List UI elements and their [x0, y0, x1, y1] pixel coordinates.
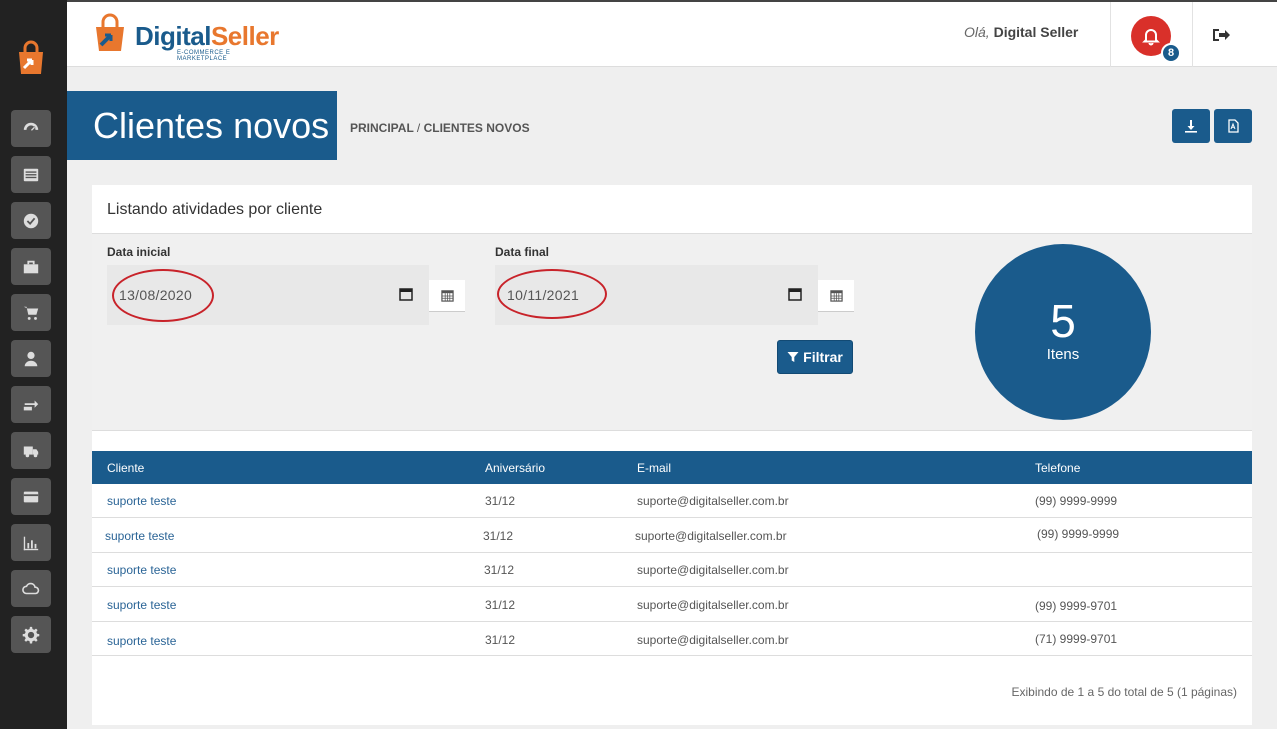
date-end-calendar-button[interactable]: [818, 280, 854, 312]
items-count-value: 5: [1050, 295, 1076, 347]
items-count-badge: 5 Itens: [975, 244, 1151, 420]
sign-out-icon: [1213, 29, 1230, 41]
bell-icon: [1142, 29, 1160, 46]
cell-cliente[interactable]: suporte teste: [107, 598, 176, 612]
brand-logo[interactable]: DigitalSeller E-COMMERCE E MARKETPLACE: [91, 11, 281, 62]
cell-email: suporte@digitalseller.com.br: [637, 633, 789, 647]
calendar-picker-icon[interactable]: [788, 287, 802, 301]
filter-button[interactable]: Filtrar: [777, 340, 853, 374]
column-header-cliente[interactable]: Cliente: [107, 461, 144, 475]
date-end-value: 10/11/2021: [507, 287, 580, 303]
download-button[interactable]: [1172, 109, 1210, 143]
cell-aniversario: 31/12: [485, 598, 516, 612]
download-icon: [1185, 120, 1197, 133]
app-logo-icon[interactable]: [11, 40, 51, 80]
cell-email: suporte@digitalseller.com.br: [635, 529, 787, 543]
logout-button[interactable]: [1211, 26, 1231, 44]
sidebar-item-products[interactable]: [11, 248, 51, 285]
calendar-icon: [440, 290, 454, 302]
date-end-label: Data final: [495, 245, 550, 259]
table-row[interactable]: suporte teste 31/12 suporte@digitalselle…: [92, 622, 1252, 656]
breadcrumb-separator: /: [416, 121, 421, 135]
column-header-aniversario[interactable]: Aniversário: [485, 461, 545, 475]
sidebar-item-sales[interactable]: [11, 294, 51, 331]
filter-icon: [787, 352, 799, 362]
cloud-icon: [22, 582, 40, 594]
date-start-value: 13/08/2020: [119, 287, 193, 303]
cell-aniversario: 31/12: [485, 494, 516, 508]
sidebar-item-integrations[interactable]: [11, 570, 51, 607]
breadcrumb-root[interactable]: PRINCIPAL: [350, 121, 414, 135]
pagination-info: Exibindo de 1 a 5 do total de 5 (1 págin…: [1011, 685, 1238, 699]
calendar-icon: [829, 290, 843, 302]
sidebar: [0, 0, 67, 729]
notification-count-badge: 8: [1161, 43, 1181, 63]
cell-aniversario: 31/12: [484, 563, 515, 577]
sidebar-item-customers[interactable]: [11, 340, 51, 377]
sidebar-item-exchanges[interactable]: [11, 386, 51, 423]
credit-card-icon: [23, 491, 39, 502]
exchange-icon: [23, 400, 39, 410]
cell-cliente[interactable]: suporte teste: [107, 494, 176, 508]
gear-icon: [22, 626, 40, 643]
sidebar-item-reports[interactable]: [11, 524, 51, 561]
table-row[interactable]: suporte teste 31/12 suporte@digitalselle…: [92, 519, 1252, 553]
sidebar-item-dashboard[interactable]: [11, 110, 51, 147]
brand-name: DigitalSeller: [135, 21, 279, 51]
date-end-input[interactable]: 10/11/2021: [495, 265, 818, 325]
briefcase-icon: [23, 260, 39, 273]
breadcrumb-current: CLIENTES NOVOS: [423, 121, 530, 135]
cell-email: suporte@digitalseller.com.br: [637, 598, 789, 612]
brand-tagline: E-COMMERCE E MARKETPLACE: [177, 50, 231, 62]
user-icon: [24, 351, 38, 366]
top-header: DigitalSeller E-COMMERCE E MARKETPLACE O…: [67, 0, 1277, 67]
cell-telefone: (99) 9999-9701: [1035, 599, 1118, 613]
export-pdf-button[interactable]: [1214, 109, 1252, 143]
sidebar-item-orders[interactable]: [11, 156, 51, 193]
pdf-file-icon: [1228, 119, 1239, 133]
breadcrumb: PRINCIPAL / CLIENTES NOVOS: [350, 121, 530, 135]
date-start-calendar-button[interactable]: [429, 280, 465, 312]
calendar-picker-icon[interactable]: [399, 287, 413, 301]
cart-icon: [23, 306, 39, 320]
filter-button-label: Filtrar: [803, 349, 843, 365]
table-row[interactable]: suporte teste 31/12 suporte@digitalselle…: [92, 484, 1252, 518]
sidebar-item-payments[interactable]: [11, 478, 51, 515]
column-header-telefone[interactable]: Telefone: [1035, 461, 1080, 475]
cell-telefone: (99) 9999-9999: [1035, 494, 1118, 508]
clients-panel: Listando atividades por cliente Data ini…: [92, 185, 1252, 725]
header-divider: [1110, 2, 1111, 67]
cell-telefone: (71) 9999-9701: [1035, 632, 1118, 646]
list-icon: [23, 168, 39, 181]
sidebar-item-approved[interactable]: [11, 202, 51, 239]
cell-telefone: (99) 9999-9999: [1037, 527, 1120, 541]
cell-cliente[interactable]: suporte teste: [105, 529, 174, 543]
bar-chart-icon: [23, 536, 39, 550]
table-row[interactable]: suporte teste 31/12 suporte@digitalselle…: [92, 553, 1252, 587]
filter-area: Data inicial 13/08/2020 Data final 10/11…: [92, 234, 1252, 431]
header-divider: [1192, 2, 1193, 67]
sidebar-item-settings[interactable]: [11, 616, 51, 653]
truck-icon: [23, 446, 39, 457]
dashboard-icon: [23, 122, 39, 131]
cell-email: suporte@digitalseller.com.br: [637, 563, 789, 577]
check-circle-icon: [23, 213, 39, 228]
user-greeting: Olá, Digital Seller: [964, 24, 1079, 40]
table-header: Cliente Aniversário E-mail Telefone: [92, 451, 1252, 484]
cell-cliente[interactable]: suporte teste: [107, 563, 176, 577]
cell-aniversario: 31/12: [485, 633, 516, 647]
date-start-label: Data inicial: [107, 245, 171, 259]
items-count-label: Itens: [1046, 346, 1080, 363]
cell-cliente[interactable]: suporte teste: [107, 634, 176, 648]
table-row[interactable]: suporte teste 31/12 suporte@digitalselle…: [92, 587, 1252, 622]
page-title: Clientes novos: [67, 91, 337, 160]
panel-heading: Listando atividades por cliente: [92, 185, 1252, 234]
date-start-input[interactable]: 13/08/2020: [107, 265, 429, 325]
cell-aniversario: 31/12: [483, 529, 514, 543]
sidebar-item-shipping[interactable]: [11, 432, 51, 469]
column-header-email[interactable]: E-mail: [637, 461, 671, 475]
cell-email: suporte@digitalseller.com.br: [637, 494, 789, 508]
brand-logo-icon: [96, 13, 124, 51]
